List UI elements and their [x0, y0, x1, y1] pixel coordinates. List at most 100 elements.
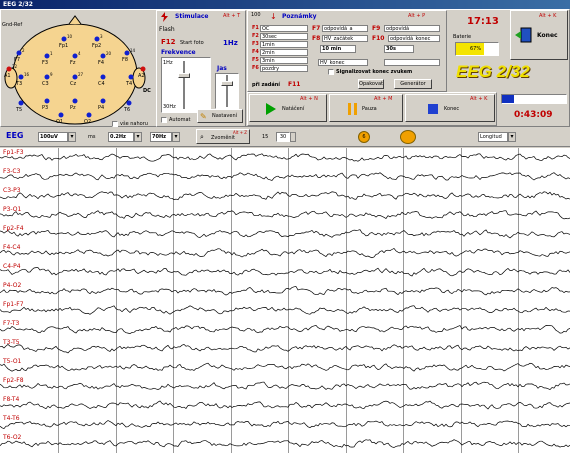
- electrode-number: 2: [22, 48, 25, 53]
- electrode-f3[interactable]: [44, 53, 50, 59]
- sec15-option[interactable]: 15: [262, 134, 268, 140]
- electrode-a1[interactable]: [6, 66, 12, 72]
- electrode-o1[interactable]: [58, 112, 64, 118]
- electrode-p3[interactable]: [44, 98, 50, 104]
- channel-label: T3-T5: [3, 339, 20, 347]
- notes-panel: 100 ↓ Poznámky Alt + P F1 OC F2 30sec F3 1min…: [247, 10, 447, 92]
- opakovat-button[interactable]: Opakovat: [358, 79, 384, 89]
- stop-hotkey: Alt + K: [470, 96, 488, 102]
- hv-konec-field[interactable]: HV_konec: [318, 59, 368, 66]
- jas-slider-thumb[interactable]: [221, 81, 233, 86]
- channel-label: P3-O1: [3, 205, 22, 213]
- electrode-map: Gnd-Ref Fp1 Fp2 F7 F3 Fz F4 F8 A1 T3 C3 Cz C4 T4 A2 T5…: [1, 10, 154, 128]
- electrode-fz[interactable]: [72, 53, 78, 59]
- automat-label: Automat: [169, 117, 191, 123]
- start-foto-label[interactable]: Start foto: [180, 40, 204, 46]
- note-field-f6[interactable]: pozdry: [260, 65, 308, 72]
- generator-button[interactable]: Generátor: [394, 79, 432, 89]
- channel-label: Fp1-F7: [3, 301, 24, 309]
- electrode-f4[interactable]: [100, 53, 106, 59]
- f10-field[interactable]: odpovídá_konec: [388, 35, 440, 42]
- electrode-cz[interactable]: [72, 74, 78, 80]
- electrode-number: 22: [12, 64, 18, 69]
- min-select[interactable]: 10 min: [320, 45, 356, 53]
- electrode-c3[interactable]: [44, 74, 50, 80]
- pause-button[interactable]: Alt + M Pauza: [329, 94, 403, 122]
- flash-label: Flash: [159, 26, 175, 33]
- sec-select[interactable]: 30s: [384, 45, 414, 53]
- gain-select[interactable]: 100uV: [38, 132, 68, 142]
- pause-hotkey: Alt + M: [374, 96, 393, 102]
- trace-p3-o1: [0, 210, 570, 220]
- jas-slider-track[interactable]: [226, 75, 228, 107]
- f9-key: F9: [372, 25, 381, 32]
- electrode-label: P4: [98, 105, 105, 111]
- marker-icon[interactable]: 6: [358, 131, 370, 143]
- lp-arrow-icon[interactable]: ▾: [172, 132, 180, 142]
- freq-slider-thumb[interactable]: [178, 73, 190, 78]
- electrode-fp2[interactable]: [94, 36, 100, 42]
- recording-progress: [501, 94, 567, 104]
- channel-label: Fp1-F3: [3, 148, 24, 156]
- note-field-f4[interactable]: 2min: [260, 49, 308, 56]
- electrode-fp1[interactable]: [61, 36, 67, 42]
- electrode-label: Fz: [70, 60, 76, 66]
- trace-t6-o2: [0, 439, 570, 448]
- signal-checkbox[interactable]: [328, 69, 334, 75]
- electrode-t5[interactable]: [18, 100, 24, 106]
- trace-f3-c3: [0, 172, 570, 181]
- electrode-t6[interactable]: [126, 100, 132, 106]
- electrode-f8[interactable]: [124, 50, 130, 56]
- electrode-c4[interactable]: [100, 74, 106, 80]
- gain-arrow-icon[interactable]: ▾: [68, 132, 76, 142]
- battery-meter: 67%: [455, 42, 499, 56]
- electrode-label: P3: [42, 105, 49, 111]
- hp-arrow-icon[interactable]: ▾: [134, 132, 142, 142]
- elapsed-time: 0:43:09: [514, 110, 553, 120]
- note-field-f3[interactable]: 1min: [260, 41, 308, 48]
- electrode-p4[interactable]: [100, 98, 106, 104]
- sec30-option[interactable]: 30: [276, 132, 290, 142]
- sound-icon[interactable]: [400, 130, 416, 144]
- sec30-arrow-icon[interactable]: [290, 132, 296, 142]
- electrode-t4[interactable]: [128, 74, 134, 80]
- notes-icon: ↓: [270, 12, 277, 21]
- montage-select[interactable]: Longitud: [478, 132, 508, 142]
- electrode-number: 1: [50, 51, 53, 56]
- hp-filter-select[interactable]: 0.2Hz: [108, 132, 134, 142]
- note-key-f4: F4: [252, 49, 259, 55]
- zoom-button[interactable]: ⌕ Zvoměnit Alt + Z: [196, 129, 250, 144]
- f9-field[interactable]: odpovídá: [384, 25, 440, 32]
- f7-field[interactable]: odpovídá_a_: [322, 25, 368, 32]
- eeg-trace-area[interactable]: Fp1-F3 F3-C3 C3-P3 P3-O1 Fp2-F4 F4-C4 C4-P4 P4-…: [0, 148, 570, 453]
- note-field-f5[interactable]: 3min: [260, 57, 308, 64]
- stop-button[interactable]: Alt + K Konec: [405, 94, 495, 122]
- channel-label: P4-O2: [3, 281, 22, 289]
- note-field-f1[interactable]: OC: [260, 25, 308, 32]
- f10b-field[interactable]: [384, 59, 440, 66]
- note-field-f2[interactable]: 30sec: [260, 33, 308, 40]
- f8-field[interactable]: HV_začátek: [322, 35, 368, 42]
- electrode-o2[interactable]: [86, 112, 92, 118]
- electrode-t3[interactable]: [18, 74, 24, 80]
- lp-filter-select[interactable]: 70Hz: [150, 132, 172, 142]
- freq-slider-track[interactable]: [183, 61, 185, 109]
- electrode-pz[interactable]: [72, 98, 78, 104]
- start-record-button[interactable]: Alt + N Natáčení: [249, 94, 327, 122]
- electrode-f7[interactable]: [16, 50, 22, 56]
- trace-p4-o2: [0, 286, 570, 296]
- electrode-label: O1: [56, 119, 64, 125]
- freq-scale-top: 1Hz: [163, 60, 173, 66]
- stimulation-panel: Stimulace Alt + T Flash F12 Start foto 1…: [156, 10, 246, 127]
- trace-t5-o1: [0, 362, 570, 372]
- electrode-a2[interactable]: [140, 66, 146, 72]
- channel-label: C3-P3: [3, 186, 21, 194]
- electrode-number: 20: [106, 51, 112, 56]
- electrode-label: F4: [98, 60, 105, 66]
- automat-checkbox[interactable]: [161, 117, 167, 123]
- trace-fp2-f8: [0, 381, 570, 391]
- start-label: Natáčení: [282, 106, 305, 112]
- montage-arrow-icon[interactable]: ▾: [508, 132, 516, 142]
- nastaveni-button[interactable]: ✎ Nastavení: [197, 109, 243, 123]
- konec-exit-button[interactable]: Alt + K Konec: [510, 10, 568, 60]
